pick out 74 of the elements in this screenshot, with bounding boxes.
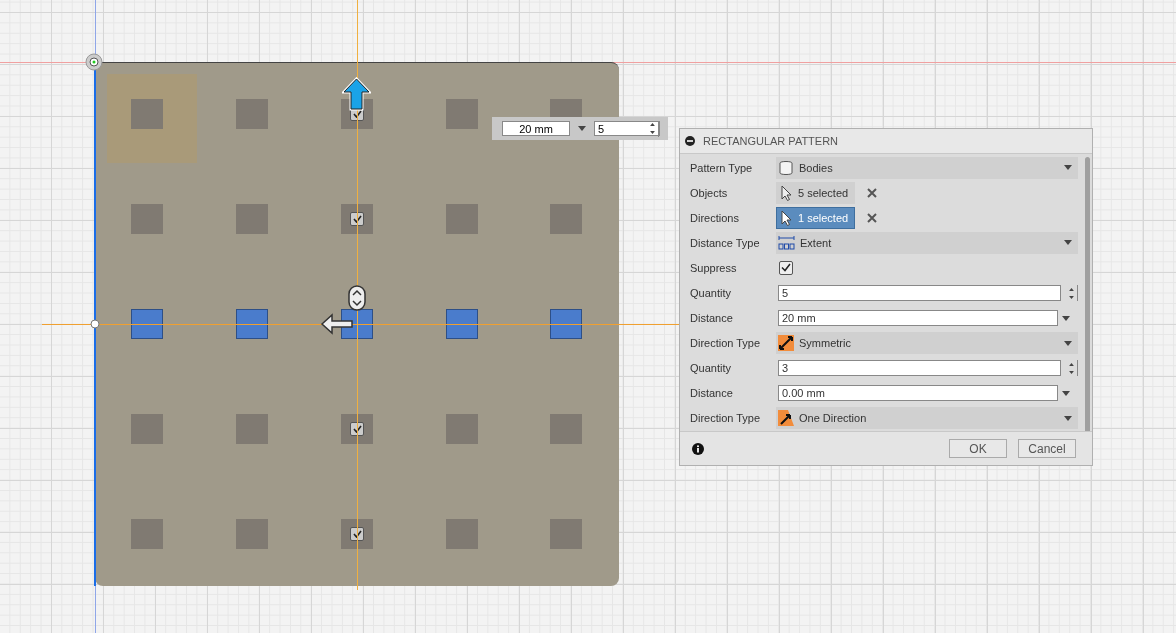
cylinder-icon <box>778 159 794 176</box>
caret-icon <box>1064 340 1072 346</box>
caret-icon <box>1064 240 1072 246</box>
arrow-icon <box>778 410 794 427</box>
field-label: Direction Type <box>689 412 762 425</box>
text-input[interactable]: 20 mm <box>778 310 1058 327</box>
dialog-button[interactable]: Cancel <box>1018 439 1076 458</box>
field-label: Distance <box>689 312 734 325</box>
pattern-body <box>550 519 582 549</box>
checkbox[interactable] <box>779 260 793 275</box>
dialog-button[interactable]: OK <box>949 439 1007 458</box>
extent-icon <box>778 234 795 251</box>
caret-icon <box>1064 416 1072 421</box>
pattern-body <box>131 414 163 444</box>
pattern-body <box>236 204 268 234</box>
spin-up-icon <box>649 123 655 126</box>
scrollbar[interactable] <box>1084 157 1090 431</box>
caret-icon <box>1062 315 1070 321</box>
collapse-icon[interactable] <box>685 136 695 146</box>
field-label: Distance Type <box>689 236 761 249</box>
suppress-checkbox[interactable] <box>350 422 364 436</box>
field-label: Quantity <box>689 362 732 375</box>
pattern-body <box>236 99 268 129</box>
caret-icon <box>1062 390 1070 396</box>
double-arrow-icon <box>778 335 794 352</box>
spin-up-icon <box>1068 287 1074 291</box>
selection-button[interactable]: 1 selected <box>776 206 856 229</box>
spin-down-icon <box>1068 295 1074 299</box>
left-arrow-handle[interactable] <box>320 313 354 335</box>
quantity-handle[interactable] <box>348 285 366 311</box>
dropdown[interactable]: Extent <box>776 231 1078 254</box>
suppress-checkbox[interactable] <box>350 527 364 541</box>
pattern-body <box>446 99 478 129</box>
caret-icon <box>1064 165 1072 171</box>
dialog-title: RECTANGULAR PATTERN <box>703 135 839 147</box>
text-input[interactable]: 0.00 mm <box>778 385 1058 402</box>
pattern-body <box>446 204 478 234</box>
field-label: Objects <box>689 186 729 199</box>
pattern-body <box>236 519 268 549</box>
pattern-body <box>446 519 478 549</box>
info-icon[interactable] <box>692 442 704 455</box>
dropdown[interactable]: Bodies <box>776 156 1078 179</box>
field-label: Distance <box>689 387 734 400</box>
number-input[interactable]: 5 <box>778 285 1061 301</box>
clear-icon[interactable] <box>867 187 878 198</box>
spin-down-icon <box>649 131 655 134</box>
origin-point-icon <box>85 53 103 71</box>
dropdown[interactable]: One Direction <box>776 407 1078 430</box>
suppress-checkbox[interactable] <box>350 212 364 226</box>
pattern-body <box>550 414 582 444</box>
pattern-body <box>236 414 268 444</box>
spin-down-icon <box>1068 370 1074 374</box>
clear-icon[interactable] <box>867 212 878 223</box>
field-label: Direction Type <box>689 337 762 350</box>
pattern-body <box>446 414 478 444</box>
dropdown[interactable]: Symmetric <box>776 332 1078 355</box>
cursor-arrow-icon <box>781 209 792 226</box>
point-icon <box>90 319 100 329</box>
quantity-input[interactable]: 5 <box>594 121 660 136</box>
distance-input[interactable]: 20 mm <box>502 121 570 136</box>
number-input[interactable]: 3 <box>778 360 1061 377</box>
field-label: Directions <box>689 211 740 224</box>
pattern-body <box>131 519 163 549</box>
pattern-body <box>550 204 582 234</box>
pattern-body <box>131 204 163 234</box>
up-arrow-handle[interactable] <box>342 77 371 111</box>
spin-up-icon <box>1068 362 1074 366</box>
pattern-body <box>131 99 163 129</box>
dropdown-caret-icon <box>578 126 586 131</box>
field-label: Suppress <box>689 261 738 274</box>
cursor-arrow-icon <box>781 184 792 201</box>
selection-button[interactable]: 5 selected <box>776 181 856 204</box>
field-label: Quantity <box>689 287 732 299</box>
field-label: Pattern Type <box>689 161 754 174</box>
